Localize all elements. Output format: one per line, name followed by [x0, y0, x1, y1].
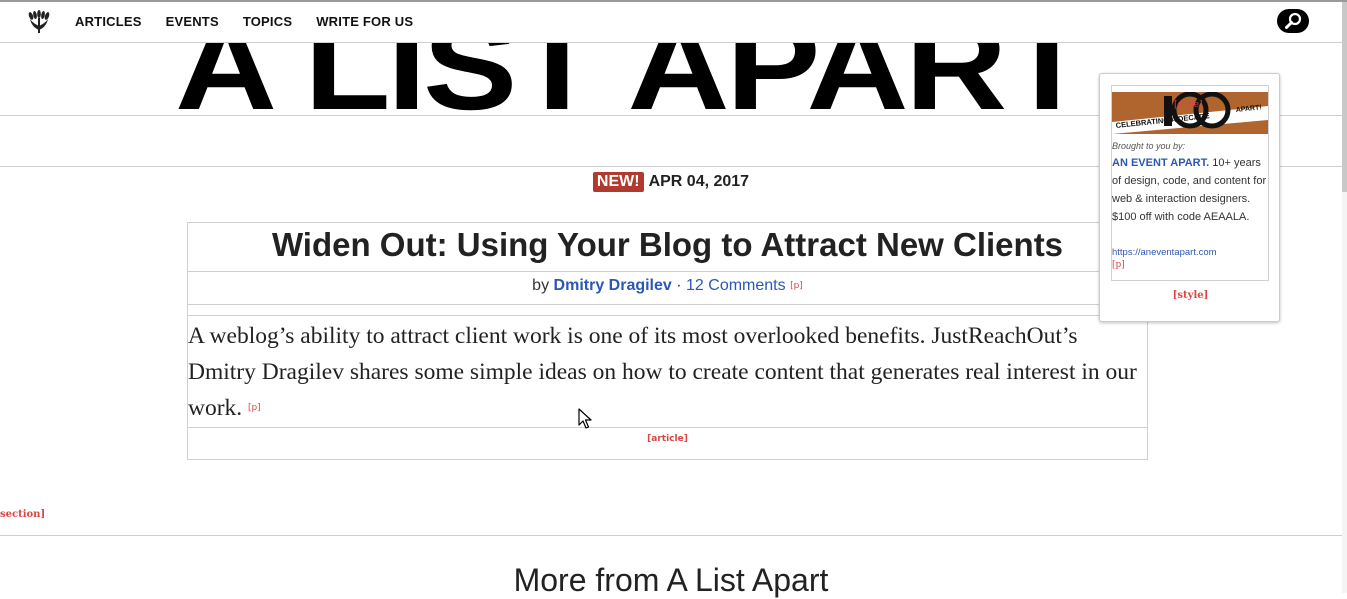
byline-p-tag: [p] [790, 281, 803, 291]
laurel-icon[interactable] [26, 10, 52, 34]
article-date: APR 04, 2017 [648, 173, 750, 190]
article-tag: [article] [647, 434, 688, 444]
ad-style-tag-top: [style] [1174, 100, 1203, 110]
mouse-cursor-icon [578, 408, 592, 429]
ad-url-link[interactable]: https://aneventapart.com [1112, 247, 1217, 258]
nav-events[interactable]: EVENTS [166, 14, 219, 29]
ad-p-tag: [p] [1112, 260, 1125, 270]
site-title[interactable]: A LIST APART [175, 43, 1090, 115]
ad-style-tag-bottom: [style] [1172, 290, 1209, 301]
sponsor-inner: CELEBRATING A DECADE APART! [style] Brou… [1111, 85, 1269, 281]
nav-topics[interactable]: TOPICS [243, 14, 292, 29]
excerpt-text: A weblog’s ability to attract client wor… [188, 323, 1137, 421]
new-badge: NEW! [592, 172, 644, 192]
section-tag: section] [0, 509, 46, 520]
nav-articles[interactable]: ARTICLES [75, 14, 142, 29]
brought-by-label: Brought to you by: [1112, 141, 1186, 151]
search-button[interactable] [1277, 9, 1309, 33]
nav-links: ARTICLES EVENTS TOPICS WRITE FOR US [75, 14, 437, 29]
sponsor-box: CELEBRATING A DECADE APART! [style] Brou… [1099, 73, 1280, 322]
author-link[interactable]: Dmitry Dragilev [554, 277, 672, 294]
comments-link[interactable]: 12 Comments [686, 277, 786, 294]
byline-by: by [532, 277, 550, 294]
section-divider [0, 535, 1342, 536]
search-icon [1285, 12, 1302, 29]
byline: by Dmitry Dragilev · 12 Comments [p] [188, 272, 1147, 305]
article: Widen Out: Using Your Blog to Attract Ne… [187, 222, 1148, 460]
byline-separator: · [676, 277, 682, 294]
event-banner-image[interactable]: CELEBRATING A DECADE APART! [style] [1112, 92, 1268, 134]
ad-copy: AN EVENT APART. 10+ years of design, cod… [1112, 154, 1268, 226]
article-excerpt: A weblog’s ability to attract client wor… [188, 315, 1147, 428]
top-nav: ARTICLES EVENTS TOPICS WRITE FOR US [0, 2, 1342, 43]
more-heading: More from A List Apart [513, 562, 829, 598]
title-box: Widen Out: Using Your Blog to Attract Ne… [188, 223, 1147, 272]
scrollbar-thumb[interactable] [1342, 2, 1347, 192]
article-title[interactable]: Widen Out: Using Your Blog to Attract Ne… [188, 223, 1147, 267]
excerpt-p-tag: [p] [248, 403, 261, 413]
ad-brand-link[interactable]: AN EVENT APART. [1112, 157, 1209, 169]
nav-write-for-us[interactable]: WRITE FOR US [316, 14, 413, 29]
